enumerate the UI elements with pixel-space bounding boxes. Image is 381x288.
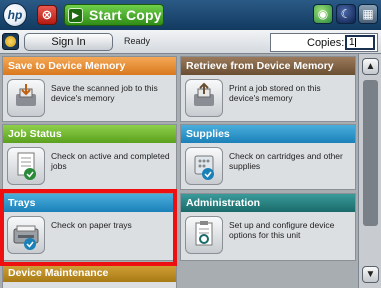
scroll-thumb[interactable] — [363, 80, 378, 226]
hp-logo: hp — [3, 3, 27, 27]
tile-trays[interactable]: Trays Check on paper trays — [2, 193, 177, 261]
tile-device-maintenance[interactable]: Device Maintenance — [2, 263, 177, 288]
start-copy-button[interactable]: ▶ Start Copy — [64, 4, 164, 26]
play-icon: ▶ — [68, 8, 83, 23]
tile-title: Supplies — [181, 125, 355, 143]
scroll-up-button[interactable]: ▲ — [362, 58, 379, 75]
tile-description: Save the scanned job to this device's me… — [51, 83, 158, 103]
sleep-icon[interactable]: ☾ — [336, 4, 356, 24]
tile-title: Device Maintenance — [3, 264, 176, 282]
top-bar: hp ⊗ ▶ Start Copy ◉ ☾ ▦ — [0, 0, 381, 30]
job-status-icon — [7, 147, 45, 185]
copies-label: Copies: — [307, 37, 345, 49]
scrollbar[interactable]: ▲ ▼ — [358, 54, 381, 288]
tile-retrieve-from-device-memory[interactable]: Retrieve from Device Memory Print a job … — [180, 56, 356, 122]
tile-description: Check on active and completed jobs — [51, 151, 170, 171]
retrieve-from-memory-icon — [185, 79, 223, 117]
home-icon — [5, 36, 16, 47]
tile-description: Check on cartridges and other supplies — [229, 151, 343, 171]
home-button[interactable] — [2, 33, 19, 50]
copies-input[interactable]: 1 — [345, 35, 375, 50]
tile-save-to-device-memory[interactable]: Save to Device Memory Save the scanned j… — [2, 56, 177, 122]
status-text: Ready — [124, 36, 151, 46]
tile-title: Job Status — [3, 125, 176, 143]
tile-title: Save to Device Memory — [3, 57, 176, 75]
tile-description: Set up and configure device options for … — [229, 220, 335, 240]
tile-title: Retrieve from Device Memory — [181, 57, 355, 75]
tile-job-status[interactable]: Job Status Check on active and completed… — [2, 124, 177, 190]
status-bar: Sign In Ready Copies: 1 — [0, 30, 381, 54]
trays-icon — [7, 216, 45, 254]
administration-icon — [185, 216, 223, 254]
tile-administration[interactable]: Administration Set up and configure devi… — [180, 193, 356, 261]
copies-field: Copies: 1 — [270, 33, 378, 52]
globe-icon[interactable]: ◉ — [313, 4, 333, 24]
tile-description: Print a job stored on this device's memo… — [229, 83, 321, 103]
tile-title: Administration — [181, 194, 355, 212]
tile-supplies[interactable]: Supplies Check on cartridges and other s… — [180, 124, 356, 190]
main-menu: Save to Device Memory Save the scanned j… — [0, 54, 358, 288]
stop-button[interactable]: ⊗ — [37, 5, 57, 25]
save-to-memory-icon — [7, 79, 45, 117]
scroll-down-button[interactable]: ▼ — [362, 266, 379, 283]
tile-description: Check on paper trays — [51, 220, 132, 230]
supplies-icon — [185, 147, 223, 185]
sign-in-button[interactable]: Sign In — [24, 33, 113, 51]
network-icon[interactable]: ▦ — [358, 4, 378, 24]
tile-title: Trays — [3, 194, 176, 212]
start-copy-label: Start Copy — [89, 7, 162, 23]
